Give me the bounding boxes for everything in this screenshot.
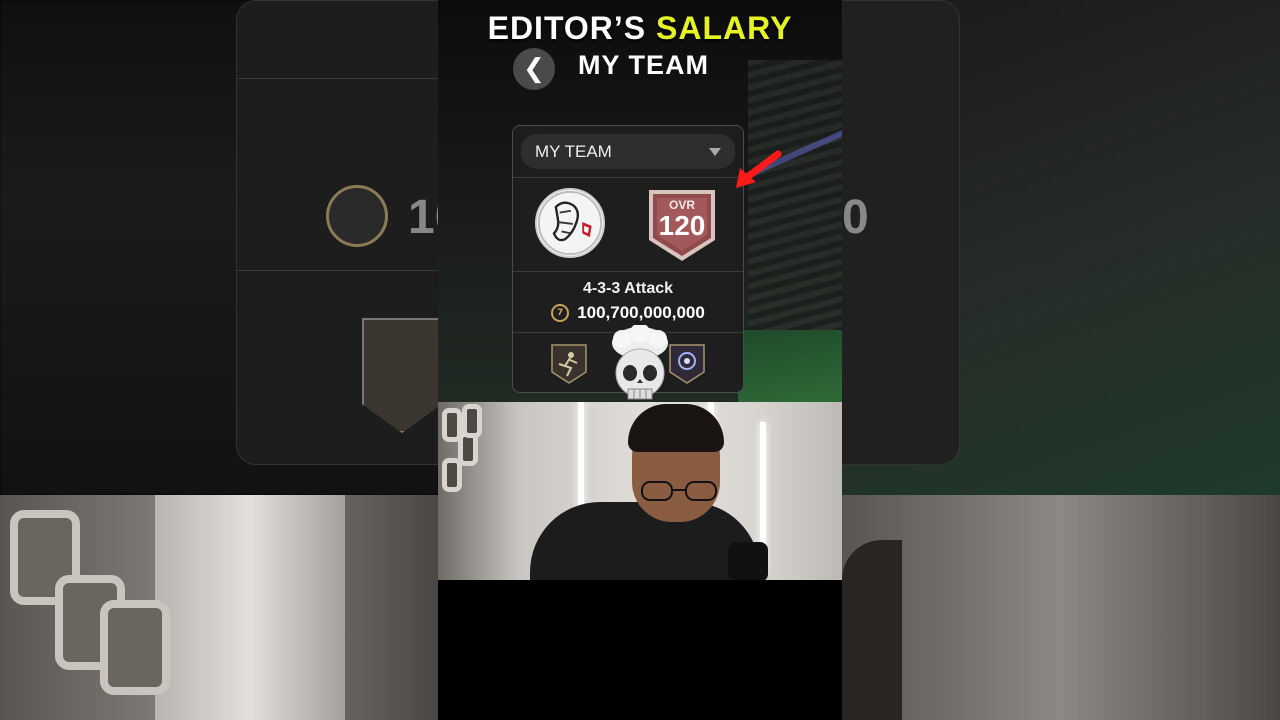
video-headline: EDITOR’S SALARY [438,10,842,47]
back-button[interactable]: ❮ [513,48,555,90]
background-value-fragment: 10 [408,191,438,244]
background-wall [155,495,345,720]
background-left: 10 [0,0,438,720]
video-frame: EDITOR’S SALARY ❮ MY TEAM MY TEAM OVR 12… [438,0,842,720]
microphone [728,542,768,580]
ovr-badge-icon: OVR 120 [647,188,717,263]
coin-icon: 7 [551,304,570,322]
red-arrow-icon [736,150,782,188]
headline-accent-text: SALARY [656,10,793,46]
club-crest-icon [535,188,605,258]
person-torso [530,502,760,580]
ovr-value: 120 [658,210,706,241]
player-badge-icon [551,344,587,384]
hex-shelf [442,458,462,492]
formation-label: 4-3-3 Attack [582,280,674,297]
background-coin-icon [326,185,388,247]
headline-text: EDITOR’S [487,10,657,46]
pitch-grass [738,330,842,402]
background-divider [236,270,438,271]
background-divider [236,78,438,79]
player-badge-icon [669,344,705,384]
background-hex-shelf [100,600,170,695]
team-dropdown-label: MY TEAM [535,141,612,161]
person-glasses [641,481,717,501]
card-divider [513,177,743,178]
dropdown-caret-icon [709,148,721,156]
team-value: 100,700,000,000 [577,303,705,322]
team-value-row: 7 100,700,000,000 [513,303,743,323]
background-blur-bottom [842,495,1280,720]
background-right: 0 [842,0,1280,720]
team-dropdown[interactable]: MY TEAM [521,134,735,169]
skull-emoji [612,325,668,412]
card-divider [513,271,743,272]
background-person [842,540,902,720]
hex-shelf [462,404,482,438]
background-value-fragment: 0 [842,191,869,244]
back-chevron-icon: ❮ [523,54,545,84]
page-title: MY TEAM [578,50,710,80]
webcam-feed [438,402,842,580]
